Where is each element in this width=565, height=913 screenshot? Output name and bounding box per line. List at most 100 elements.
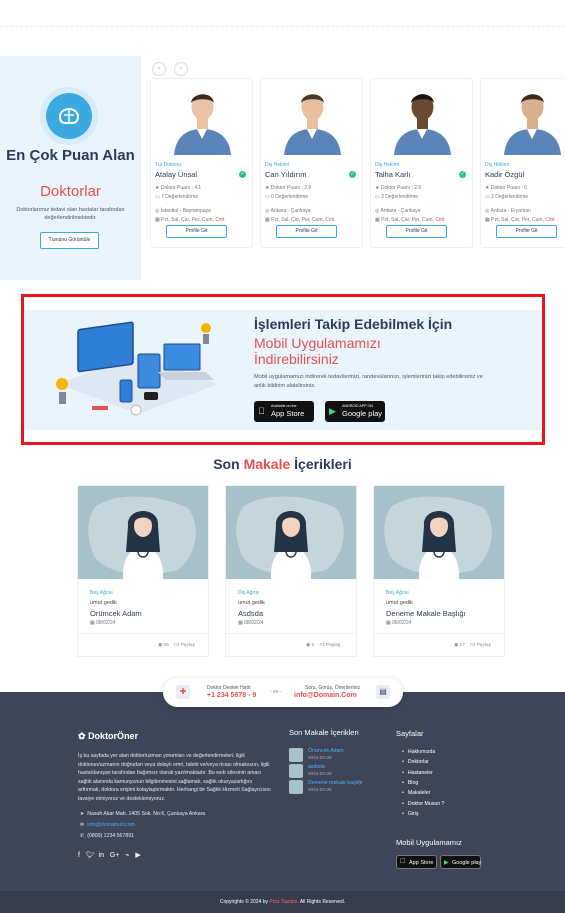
support-bar: ✚ Doktor Destek Hattı +1 234 5678 - 9 - … xyxy=(163,678,403,707)
article-title[interactable]: Asdsda xyxy=(238,609,263,618)
next-arrow-icon[interactable]: › xyxy=(174,62,188,76)
footer-page-link[interactable]: Doktor Musun ? xyxy=(402,801,445,807)
article-card[interactable]: Boş Ağrısı umut gedik Örümcek Adam ▦ 08/02/… xyxy=(77,485,209,657)
twitter-icon[interactable]: 🐦︎ xyxy=(86,852,95,859)
profile-button[interactable]: Profile Git xyxy=(166,225,227,238)
article-card[interactable]: Diş Ağrısı umut gedik Asdsda ▦ 08/02/24 ◉ 5 … xyxy=(225,485,357,657)
share-link[interactable]: Paylaş xyxy=(477,643,491,648)
verified-icon: ✓ xyxy=(349,171,356,178)
recent-article-item[interactable]: asdsda 2024-02-08 xyxy=(289,764,389,780)
doctor-reviews: ▭ 2 Değerlendirme xyxy=(485,194,529,200)
profile-button[interactable]: Profile Git xyxy=(496,225,557,238)
article-divider xyxy=(78,633,208,634)
youtube-icon[interactable]: ▶ xyxy=(135,852,140,859)
article-title[interactable]: Deneme Makale Başlığı xyxy=(386,609,466,618)
or-separator: - ve - xyxy=(270,689,282,695)
doctor-specialty: Diş Hekimi xyxy=(375,162,399,168)
article-image[interactable] xyxy=(78,486,208,579)
doctor-specialty: Diş Hekimi xyxy=(485,162,509,168)
recent-article-item[interactable]: Örümcek Adam 2024-02-08 xyxy=(289,748,389,764)
footer-page-link[interactable]: Blog xyxy=(402,780,418,786)
location-icon: ◎ xyxy=(265,208,270,214)
rss-icon[interactable]: ⌁ xyxy=(125,852,129,859)
article-stats: ◉ 5 👍︎ Paylaş xyxy=(306,643,341,648)
recent-article-thumb xyxy=(289,780,303,794)
calendar-icon: ▦ xyxy=(265,217,270,223)
article-title[interactable]: Örümcek Adam xyxy=(90,609,142,618)
article-image[interactable] xyxy=(374,486,504,579)
footer-app-store-button[interactable]:  App Store xyxy=(396,855,437,869)
footer-page-link[interactable]: Makaleler xyxy=(402,790,431,796)
facebook-icon[interactable]: f xyxy=(78,852,80,859)
footer-about: İş bu sayfada yer alan doktor/uzman yoru… xyxy=(78,753,271,802)
doctor-icon: ✚ xyxy=(176,685,190,699)
doctor-card: Diş HekimiKadir Özgül✓★ Doktor Puanı : 0… xyxy=(480,78,565,248)
footer-page-link[interactable]: Hastaneler xyxy=(402,770,433,776)
hotline-label: Doktor Destek Hattı xyxy=(207,685,251,691)
recent-article-title[interactable]: Deneme makale başlığı xyxy=(308,780,363,786)
recent-article-title[interactable]: asdsda xyxy=(308,764,325,770)
location-icon: ◎ xyxy=(485,208,490,214)
article-author: umut gedik xyxy=(90,600,117,606)
footer-address: ➤ Nasuh Akar Mah. 1405 Sok. No:6, Çankay… xyxy=(80,811,206,817)
phone-icon: ✆ xyxy=(80,833,85,839)
doctor-reviews: ▭ 2 Değerlendirme xyxy=(375,194,419,200)
email-label: Soru, Görüş, Önerileriniz xyxy=(305,685,361,691)
doctor-specialty: Diş Hekimi xyxy=(265,162,289,168)
like-icon[interactable]: 👍︎ xyxy=(320,643,325,648)
location-icon: ◎ xyxy=(375,208,380,214)
share-link[interactable]: Paylaş xyxy=(181,643,195,648)
prev-arrow-icon[interactable]: ‹ xyxy=(152,62,166,76)
section-title-highlight: Doktorlar xyxy=(40,183,101,200)
hotline-phone[interactable]: +1 234 5678 - 9 xyxy=(207,692,256,699)
article-category[interactable]: Boş Ağrısı xyxy=(386,590,409,596)
share-link[interactable]: Paylaş xyxy=(326,643,340,648)
comment-icon: ▭ xyxy=(265,194,270,200)
article-stats: ◉ 27 👍︎ Paylaş xyxy=(454,643,491,648)
footer-phone: ✆ (0800) 1234 567891 xyxy=(80,833,134,839)
doctor-days: ▦ Pzt, Sal, Çar, Per, Cum, Cmt xyxy=(265,217,335,223)
footer-page-link[interactable]: Giriş xyxy=(402,811,419,817)
footer-google-play-button[interactable]: ▶ Google play xyxy=(440,855,481,869)
linkedin-icon[interactable]: in xyxy=(99,852,104,859)
footer-logo[interactable]: ✿ DoktorÖner xyxy=(78,731,138,742)
calendar-icon: ▦ xyxy=(155,217,160,223)
mail-icon: ✉ xyxy=(80,822,85,828)
doctor-card: Tıp Doktoru Atalay Ünsal ✓ ★ Doktor Puanı :… xyxy=(150,78,253,248)
article-date: ▦ 08/02/24 xyxy=(90,620,116,626)
calendar-icon: ▦ xyxy=(386,620,391,626)
doctor-days: ▦ Pzt, Sal, Çar, Per, Cum, Cmt xyxy=(485,217,555,223)
comment-icon: ▭ xyxy=(155,194,160,200)
calendar-icon: ▦ xyxy=(238,620,243,626)
article-category[interactable]: Boş Ağrısı xyxy=(90,590,113,596)
doctor-rating: ★ Doktor Puanı : 2.6 xyxy=(375,185,422,191)
article-image[interactable] xyxy=(226,486,356,579)
calendar-icon: ▦ xyxy=(90,620,95,626)
doctor-name[interactable]: Talha Karlı xyxy=(375,170,410,179)
doctor-specialty: Tıp Doktoru xyxy=(155,162,182,168)
view-all-button[interactable]: Tümünü Görüntüle xyxy=(40,232,99,249)
article-card[interactable]: Boş Ağrısı umut gedik Deneme Makale Başlığ… xyxy=(373,485,505,657)
top-divider xyxy=(0,26,565,27)
doctor-name[interactable]: Atalay Ünsal xyxy=(155,170,197,179)
section-title: En Çok Puan Alan xyxy=(6,147,135,164)
like-icon[interactable]: 👍︎ xyxy=(174,643,179,648)
doctor-reviews: ▭ 7 Değerlendirme xyxy=(155,194,199,200)
footer-email[interactable]: ✉ info@domainurl.com xyxy=(80,822,135,828)
footer-page-link[interactable]: Hakkımızda xyxy=(402,749,435,755)
google-plus-icon[interactable]: G+ xyxy=(110,852,120,859)
article-category[interactable]: Diş Ağrısı xyxy=(238,590,259,596)
footer-page-link[interactable]: Doktorlar xyxy=(402,759,429,765)
recent-article-item[interactable]: Deneme makale başlığı 2024-02-06 xyxy=(289,780,389,796)
like-icon[interactable]: 👍︎ xyxy=(470,643,475,648)
profile-button[interactable]: Profile Git xyxy=(276,225,337,238)
recent-article-thumb xyxy=(289,748,303,762)
doctor-name[interactable]: Kadir Özgül xyxy=(485,170,524,179)
recent-article-title[interactable]: Örümcek Adam xyxy=(308,748,344,754)
doctor-name[interactable]: Can Yıldırım xyxy=(265,170,307,179)
profile-button[interactable]: Profile Git xyxy=(386,225,447,238)
support-email[interactable]: info@Domain.Com xyxy=(294,692,357,699)
brand-link[interactable]: Proz Yazılım xyxy=(269,899,297,905)
copyright-bar: Copyrights © 2024 by Proz Yazılım. All R… xyxy=(0,891,565,913)
doctor-rating: ★ Doktor Puanı : 0 xyxy=(485,185,528,191)
